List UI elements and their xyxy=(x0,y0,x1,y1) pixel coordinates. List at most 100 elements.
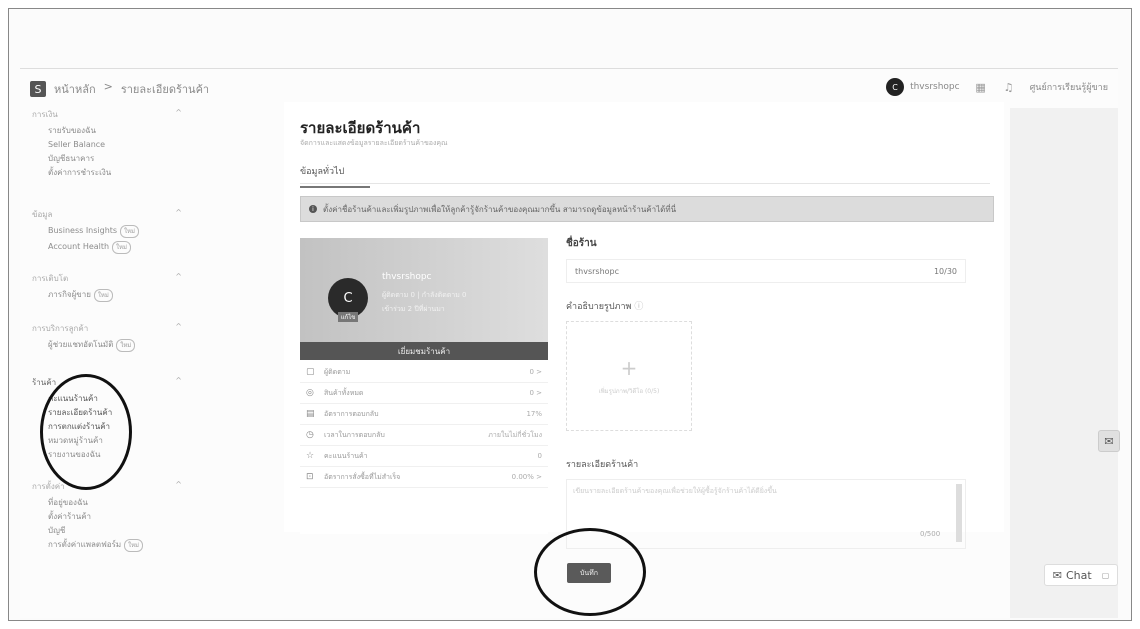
chat-label: Chat xyxy=(1065,568,1092,582)
sidebar-item-label: Business Insights xyxy=(48,226,118,235)
sidebar-item-label: ภารกิจผู้ขาย xyxy=(48,290,91,299)
sidebar-item-seller-balance[interactable]: Seller Balance xyxy=(48,139,182,150)
stat-value: 0 > xyxy=(529,368,542,376)
help-center-link[interactable]: ศูนย์การเรียนรู้ผู้ขาย xyxy=(1030,80,1108,94)
annotation-circle-sidebar xyxy=(40,374,132,490)
sidebar-item-label: Account Health xyxy=(48,242,110,251)
chat-icon: ✉ xyxy=(1052,568,1062,582)
sidebar-group-data: ข้อมูล ^ Business Insights ใหม่ Account He… xyxy=(32,208,182,257)
tab-divider xyxy=(300,183,990,184)
chevron-up-icon[interactable]: ^ xyxy=(175,108,182,121)
new-badge: ใหม่ xyxy=(120,225,139,238)
textarea-scrollbar[interactable] xyxy=(956,484,962,542)
description-counter: 0/500 xyxy=(920,530,941,538)
stat-label: ผู้ติดตาม xyxy=(324,367,351,376)
stat-value: 0 xyxy=(537,452,542,460)
shop-joined-line: เข้าร่วม 2 ปีที่ผ่านมา xyxy=(382,305,445,313)
sidebar-group-title: การเติบโต xyxy=(32,274,69,283)
stat-row[interactable]: ◎ สินค้าทั้งหมด 0 > xyxy=(300,383,548,404)
stat-row: ☆ คะแนนร้านค้า 0 xyxy=(300,446,548,467)
stat-label: อัตราการตอบกลับ xyxy=(324,409,379,418)
new-badge: ใหม่ xyxy=(124,539,143,552)
sidebar-item-shop-settings[interactable]: ตั้งค่าร้านค้า xyxy=(48,511,182,522)
sidebar-item-label: การตั้งค่าแพลตฟอร์ม xyxy=(48,540,122,549)
description-placeholder: เขียนรายละเอียดร้านค้าของคุณเพื่อช่วยให้… xyxy=(573,487,777,495)
visit-shop-button[interactable]: เยี่ยมชมร้านค้า xyxy=(300,342,548,360)
char-counter: 10/30 xyxy=(933,266,957,276)
sidebar-item-auto-chat[interactable]: ผู้ช่วยแชทอัตโนมัติ ใหม่ xyxy=(48,339,182,352)
stat-value: 17% xyxy=(526,410,542,418)
shop-preview-card: C แก้ไข thvsrshopc ผู้ติดตาม 0 | กำลังติด… xyxy=(300,238,548,534)
mail-icon[interactable]: ✉ xyxy=(1098,430,1120,452)
products-icon: ◎ xyxy=(306,388,314,398)
shop-logo-icon[interactable]: S xyxy=(30,81,46,97)
sidebar-group-growth: การเติบโต ^ ภารกิจผู้ขาย ใหม่ xyxy=(32,272,182,305)
sidebar-item-income[interactable]: รายรับของฉัน xyxy=(48,125,182,136)
sidebar-item-bank-account[interactable]: บัญชีธนาคาร xyxy=(48,153,182,164)
sidebar-group-title: การตั้งค่า xyxy=(32,482,65,491)
image-description-label: คำอธิบายรูปภาพ ⓘ xyxy=(566,299,996,313)
info-notice: i ตั้งค่าชื่อร้านค้าและเพิ่มรูปภาพเพื่อใ… xyxy=(300,196,994,222)
sidebar-item-account[interactable]: บัญชี xyxy=(48,525,182,536)
sidebar-group-title: การบริการลูกค้า xyxy=(32,324,89,333)
breadcrumb-current: รายละเอียดร้านค้า xyxy=(120,83,210,96)
chevron-up-icon[interactable]: ^ xyxy=(175,208,182,221)
annotation-circle-save xyxy=(534,528,646,616)
stat-value: 0.00% > xyxy=(511,473,542,481)
chevron-up-icon[interactable]: ^ xyxy=(175,272,182,285)
image-upload-box[interactable]: + เพิ่มรูปภาพ/วิดีโอ (0/5) xyxy=(566,321,692,431)
user-menu[interactable]: C thvsrshopc xyxy=(886,78,960,96)
help-circle-icon[interactable]: ⓘ xyxy=(634,302,643,312)
shop-name-value: thvsrshopc xyxy=(575,266,620,276)
sidebar-item-business-insights[interactable]: Business Insights ใหม่ xyxy=(48,225,182,238)
expand-icon: ▢ xyxy=(1101,570,1110,580)
tab-general-info[interactable]: ข้อมูลทั่วไป xyxy=(300,164,370,188)
chevron-up-icon[interactable]: ^ xyxy=(175,376,182,389)
sidebar-item-payment-settings[interactable]: ตั้งค่าการชำระเงิน xyxy=(48,167,182,178)
chat-icon: ▤ xyxy=(306,409,315,419)
shop-avatar[interactable]: C แก้ไข xyxy=(328,278,368,322)
stat-row[interactable]: ▢ ผู้ติดตาม 0 > xyxy=(300,362,548,383)
breadcrumb-home[interactable]: หน้าหลัก xyxy=(54,80,96,98)
avatar: C xyxy=(886,78,905,96)
edit-avatar-tag[interactable]: แก้ไข xyxy=(337,312,359,322)
shop-name-preview: thvsrshopc xyxy=(382,272,432,282)
order-icon: ⊡ xyxy=(306,472,314,482)
page-subtitle: จัดการและแสดงข้อมูลรายละเอียดร้านค้าของค… xyxy=(300,139,448,147)
shop-icon: ▢ xyxy=(306,367,315,377)
new-badge: ใหม่ xyxy=(116,339,136,352)
chevron-up-icon[interactable]: ^ xyxy=(175,322,182,335)
right-side-panel xyxy=(1010,108,1118,618)
main-content: รายละเอียดร้านค้า จัดการและแสดงข้อมูลราย… xyxy=(284,102,1004,549)
new-badge: ใหม่ xyxy=(112,241,131,254)
sidebar-item-my-addresses[interactable]: ที่อยู่ของฉัน xyxy=(48,497,182,508)
stat-label: สินค้าทั้งหมด xyxy=(324,388,364,397)
shop-avatar-letter: C xyxy=(343,290,353,306)
shop-profile-form: ชื่อร้าน thvsrshopc 10/30 คำอธิบายรูปภาพ… xyxy=(566,236,996,549)
stat-label: อัตราการสั่งซื้อที่ไม่สำเร็จ xyxy=(324,472,401,481)
shop-stats-list: ▢ ผู้ติดตาม 0 > ◎ สินค้าทั้งหมด 0 > ▤ อัตรากา… xyxy=(300,362,548,488)
shop-name-input[interactable]: thvsrshopc 10/30 xyxy=(566,259,966,283)
stat-row[interactable]: ⊡ อัตราการสั่งซื้อที่ไม่สำเร็จ 0.00% > xyxy=(300,467,548,488)
sidebar-item-seller-missions[interactable]: ภารกิจผู้ขาย ใหม่ xyxy=(48,289,182,302)
breadcrumb-separator: > xyxy=(103,80,113,93)
chevron-up-icon[interactable]: ^ xyxy=(175,480,182,493)
page-title: รายละเอียดร้านค้า xyxy=(300,119,421,137)
sidebar-group-title: ร้านค้า xyxy=(32,378,57,387)
stat-row: ▤ อัตราการตอบกลับ 17% xyxy=(300,404,548,425)
stat-value: 0 > xyxy=(529,389,542,397)
sidebar-item-platform-settings[interactable]: การตั้งค่าแพลตฟอร์ม ใหม่ xyxy=(48,539,182,552)
apps-grid-icon[interactable]: ▦ xyxy=(974,80,988,94)
upload-hint: เพิ่มรูปภาพ/วิดีโอ (0/5) xyxy=(598,388,660,395)
clock-icon: ◷ xyxy=(306,430,314,440)
shop-cover: C แก้ไข thvsrshopc ผู้ติดตาม 0 | กำลังติด… xyxy=(300,238,548,360)
header-right: C thvsrshopc ▦ ♫ ศูนย์การเรียนรู้ผู้ขาย xyxy=(886,78,1108,96)
info-icon: i xyxy=(309,205,317,213)
shop-name-label: ชื่อร้าน xyxy=(566,238,597,249)
stat-label: คะแนนร้านค้า xyxy=(324,451,368,460)
chat-button[interactable]: ✉ Chat ▢ xyxy=(1044,564,1118,586)
username: thvsrshopc xyxy=(910,82,960,92)
notice-text: ตั้งค่าชื่อร้านค้าและเพิ่มรูปภาพเพื่อให้… xyxy=(323,204,677,214)
sidebar-item-account-health[interactable]: Account Health ใหม่ xyxy=(48,241,182,254)
bell-icon[interactable]: ♫ xyxy=(1002,80,1016,94)
